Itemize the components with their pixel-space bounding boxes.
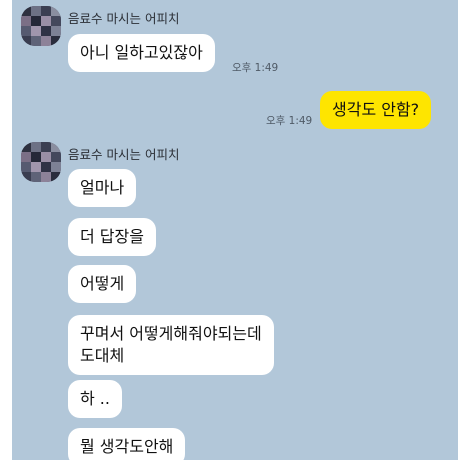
message-line: 도대체 xyxy=(80,346,125,365)
message-bubble[interactable]: 하 .. xyxy=(68,380,122,418)
message-bubble[interactable]: 꾸며서 어떻게해줘야되는데 도대체 xyxy=(68,315,274,375)
message-time: 오후 1:49 xyxy=(232,62,279,74)
message-bubble[interactable]: 얼마나 xyxy=(68,169,137,207)
message-bubble[interactable]: 더 답장을 xyxy=(68,218,156,256)
chat-window[interactable]: 음료수 마시는 어피치 아니 일하고있잖아 오후 1:49 오후 1:49 생각… xyxy=(12,0,458,460)
message-bubble[interactable]: 뭘 생각도안해 xyxy=(68,428,186,460)
message-time: 오후 1:49 xyxy=(266,115,313,127)
contact-avatar[interactable] xyxy=(21,142,61,182)
message-bubble[interactable]: 아니 일하고있잖아 xyxy=(68,34,215,72)
sender-name: 음료수 마시는 어피치 xyxy=(68,11,180,26)
my-message-bubble[interactable]: 생각도 안함? xyxy=(320,91,432,129)
message-bubble[interactable]: 어떻게 xyxy=(68,265,137,303)
contact-avatar[interactable] xyxy=(21,6,61,46)
sender-name: 음료수 마시는 어피치 xyxy=(68,147,180,162)
message-line: 꾸며서 어떻게해줘야되는데 xyxy=(80,324,262,343)
